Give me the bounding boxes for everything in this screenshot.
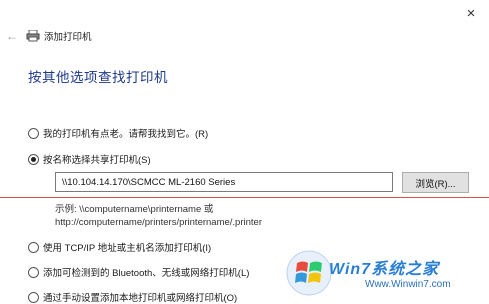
option-tcpip[interactable]: 使用 TCP/IP 地址或主机名添加打印机(I): [28, 240, 211, 254]
radio-button[interactable]: [28, 241, 39, 253]
close-button[interactable]: ×: [459, 2, 483, 24]
window-title: 添加打印机: [44, 32, 92, 43]
close-icon: ×: [466, 4, 476, 22]
example-text: 示例: \\computername\printername 或 http://…: [55, 203, 262, 229]
option-label: 使用 TCP/IP 地址或主机名添加打印机(I): [43, 243, 212, 254]
option-manual-local[interactable]: 通过手动设置添加本地打印机或网络打印机(O): [28, 290, 237, 304]
radio-button[interactable]: [28, 291, 39, 303]
radio-button[interactable]: [28, 266, 39, 278]
radio-button-selected[interactable]: [28, 153, 39, 165]
page-title: 按其他选项查找打印机: [28, 70, 168, 85]
watermark-url: Www.Winwin7.com: [365, 279, 451, 290]
option-old-printer[interactable]: 我的打印机有点老。请帮我找到它。(R): [28, 126, 208, 140]
site-watermark: Win7系统之家 Www.Winwin7.com: [285, 249, 485, 301]
shared-printer-input[interactable]: \\10.104.14.170\SCMCC ML-2160 Series: [55, 172, 393, 192]
option-label: 通过手动设置添加本地打印机或网络打印机(O): [43, 293, 238, 304]
option-shared-printer[interactable]: 按名称选择共享打印机(S): [28, 152, 151, 166]
option-label: 按名称选择共享打印机(S): [43, 155, 151, 166]
option-bluetooth-wireless[interactable]: 添加可检测到的 Bluetooth、无线或网络打印机(L): [28, 265, 249, 279]
radio-button[interactable]: [28, 127, 39, 139]
printer-icon: [26, 30, 40, 42]
window-header: ← 添加打印机: [6, 28, 92, 44]
divider-line: [0, 197, 489, 198]
back-arrow-icon[interactable]: ←: [6, 29, 20, 43]
browse-button[interactable]: 浏览(R)...: [402, 172, 469, 193]
option-label: 我的打印机有点老。请帮我找到它。(R): [43, 129, 209, 140]
watermark-brand: Win7系统之家: [329, 261, 440, 278]
example-line-1: 示例: \\computername\printername 或: [55, 204, 214, 215]
windows-logo-icon: [286, 250, 332, 296]
option-label: 添加可检测到的 Bluetooth、无线或网络打印机(L): [43, 268, 250, 279]
example-line-2: http://computername/printers/printername…: [55, 217, 262, 228]
